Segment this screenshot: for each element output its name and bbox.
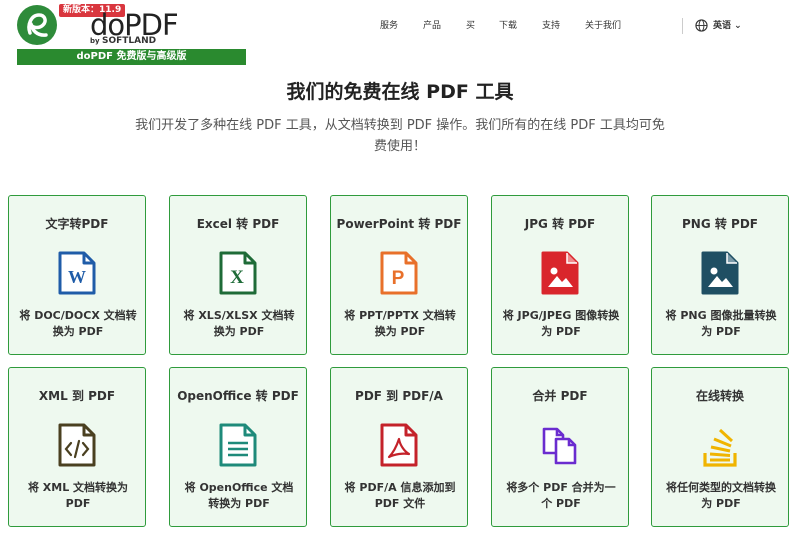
png-image-icon — [701, 251, 739, 295]
nav-item-about[interactable]: 关于我们 — [585, 19, 621, 33]
tool-card-jpg-to-pdf[interactable]: JPG 转 PDF 将 JPG/JPEG 图像转换为 PDF — [491, 195, 629, 355]
nav-item-products[interactable]: 产品 — [423, 19, 441, 33]
jpg-image-icon — [541, 251, 579, 295]
tool-title: XML 到 PDF — [38, 389, 116, 403]
chevron-down-icon: ⌄ — [731, 21, 742, 31]
tool-title: JPG 转 PDF — [524, 217, 596, 231]
nav-item-services[interactable]: 服务 — [380, 19, 398, 33]
brand-byline: by SOFTLAND — [90, 36, 157, 46]
tool-title: 合并 PDF — [532, 389, 588, 403]
brand-company: SOFTLAND — [102, 36, 157, 46]
free-vs-pro-link[interactable]: doPDF 免费版与高级版 — [17, 49, 246, 65]
tool-description: 将 JPG/JPEG 图像转换为 PDF — [502, 309, 620, 338]
tool-description: 将 PNG 图像批量转换为 PDF — [665, 309, 777, 338]
nav-item-download[interactable]: 下载 — [499, 19, 517, 33]
tool-card-pdf-to-pdfa[interactable]: PDF 到 PDF/A 将 PDF/A 信息添加到 PDF 文件 — [330, 367, 468, 527]
excel-file-icon: X — [219, 251, 257, 295]
tool-title: Excel 转 PDF — [196, 217, 280, 231]
tool-card-word-to-pdf[interactable]: 文字转PDF W 将 DOC/DOCX 文档转换为 PDF — [8, 195, 146, 355]
powerpoint-file-icon: P — [380, 251, 418, 295]
xml-code-icon — [58, 423, 96, 467]
tool-description: 将 DOC/DOCX 文档转换为 PDF — [19, 309, 137, 338]
tool-card-openoffice-to-pdf[interactable]: OpenOffice 转 PDF 将 OpenOffice 文档转换为 PDF — [169, 367, 307, 527]
tool-card-online-convert[interactable]: 在线转换 将任何类型的文档转换为 PDF — [651, 367, 789, 527]
globe-icon[interactable] — [695, 19, 708, 32]
tool-title: OpenOffice 转 PDF — [177, 389, 299, 403]
tool-description: 将 XLS/XLSX 文档转换为 PDF — [183, 309, 295, 338]
page-description: 我们开发了多种在线 PDF 工具，从文档转换到 PDF 操作。我们所有的在线 P… — [135, 118, 665, 154]
nav-item-buy[interactable]: 买 — [466, 19, 475, 33]
tool-description: 将 PDF/A 信息添加到 PDF 文件 — [344, 481, 456, 510]
tool-card-merge-pdf[interactable]: 合并 PDF 将多个 PDF 合并为一个 PDF — [491, 367, 629, 527]
tool-title: PDF 到 PDF/A — [355, 389, 443, 403]
language-label: 英语 — [713, 21, 732, 31]
tool-description: 将 PPT/PPTX 文档转换为 PDF — [344, 309, 456, 338]
merge-files-icon — [542, 427, 577, 465]
language-selector[interactable]: 英语 ⌄ — [713, 19, 742, 33]
tool-description: 将任何类型的文档转换为 PDF — [666, 481, 776, 510]
stack-convert-icon — [703, 428, 737, 467]
tool-card-powerpoint-to-pdf[interactable]: PowerPoint 转 PDF P 将 PPT/PPTX 文档转换为 PDF — [330, 195, 468, 355]
tool-card-xml-to-pdf[interactable]: XML 到 PDF 将 XML 文档转换为 PDF — [8, 367, 146, 527]
site-header: 新版本：11.9 doPDF by SOFTLAND doPDF 免费版与高级版… — [0, 0, 800, 65]
word-file-icon: W — [58, 251, 96, 295]
tool-card-png-to-pdf[interactable]: PNG 转 PDF 将 PNG 图像批量转换为 PDF — [651, 195, 789, 355]
pdfa-file-icon — [380, 423, 418, 467]
tool-title: PNG 转 PDF — [682, 217, 758, 231]
dopdf-logo-icon[interactable] — [17, 5, 57, 45]
nav-item-support[interactable]: 支持 — [542, 19, 560, 33]
tool-title: 文字转PDF — [45, 217, 109, 231]
tool-description: 将 OpenOffice 文档转换为 PDF — [184, 481, 294, 510]
page-title: 我们的免费在线 PDF 工具 — [286, 81, 514, 103]
tool-title: 在线转换 — [695, 389, 744, 403]
nav-divider — [682, 18, 683, 34]
svg-text:X: X — [230, 267, 244, 288]
svg-text:W: W — [68, 267, 86, 287]
svg-text:P: P — [392, 268, 405, 289]
openoffice-document-icon — [219, 423, 257, 467]
tool-card-excel-to-pdf[interactable]: Excel 转 PDF X 将 XLS/XLSX 文档转换为 PDF — [169, 195, 307, 355]
tool-description: 将 XML 文档转换为 PDF — [27, 481, 129, 510]
tool-description: 将多个 PDF 合并为一个 PDF — [506, 481, 616, 510]
brand-by-text: by — [90, 37, 100, 45]
tool-title: PowerPoint 转 PDF — [336, 217, 462, 231]
